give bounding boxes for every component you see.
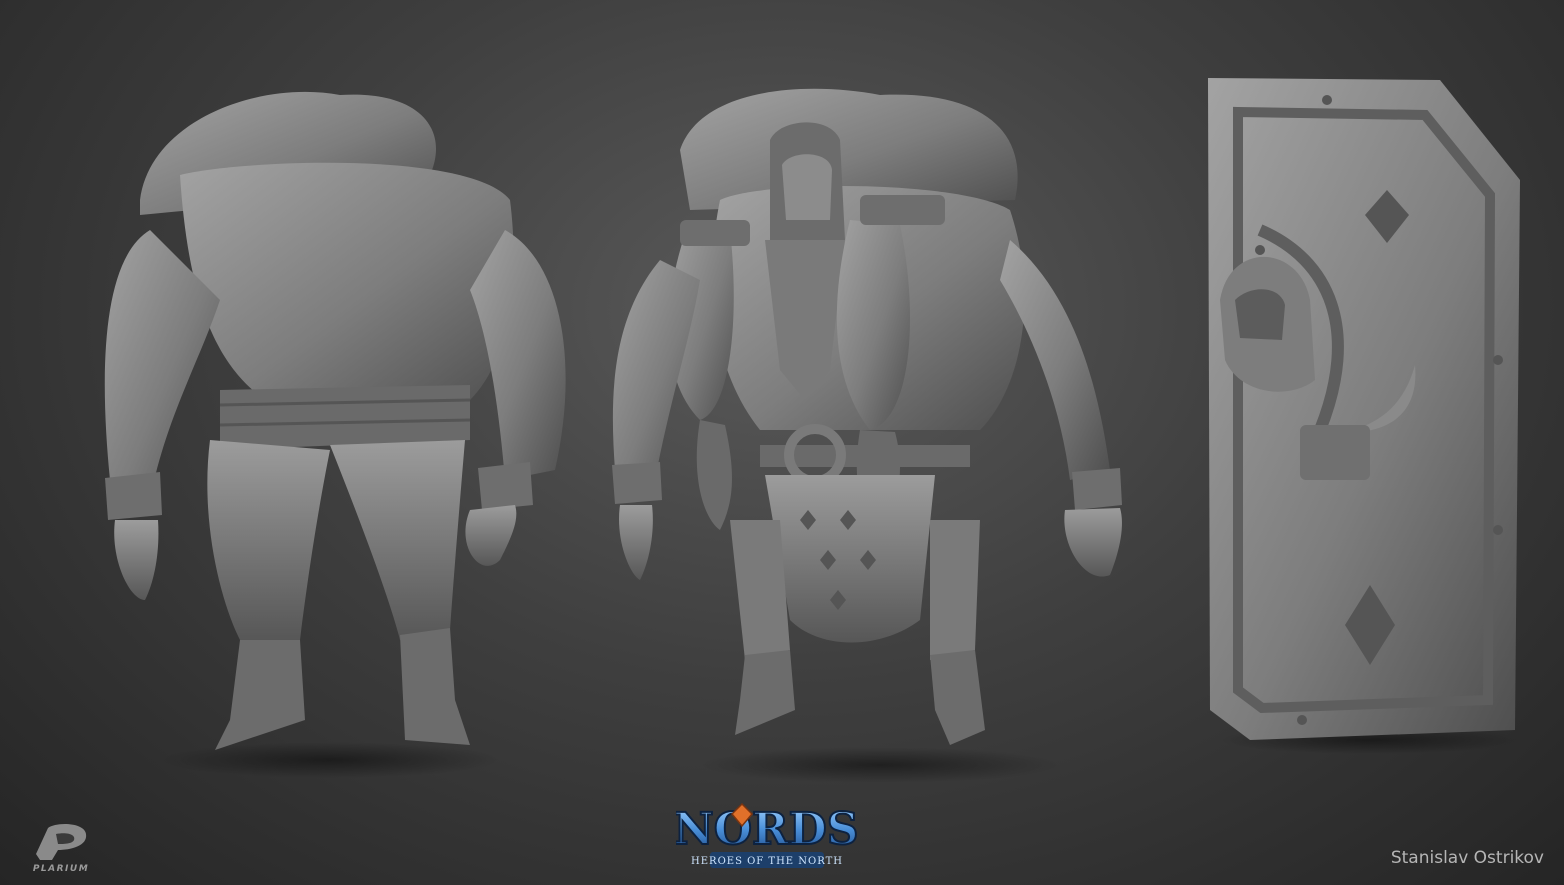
- svg-text:NORDS: NORDS: [676, 804, 858, 855]
- back-view-figure: [104, 91, 566, 778]
- plarium-emblem-icon: [36, 824, 87, 860]
- nords-game-logo: NORDS HEROES OF THE NORTH: [672, 800, 860, 880]
- plarium-wordmark: PLARIUM: [32, 864, 90, 874]
- sculpt-render-stage: [104, 78, 1520, 783]
- shield-model: [1208, 78, 1520, 754]
- nords-wordmark-icon: NORDS HEROES OF THE NORTH: [672, 802, 860, 868]
- plarium-logo: PLARIUM: [26, 820, 96, 876]
- front-view-figure: [612, 88, 1122, 783]
- artist-credit: Stanislav Ostrikov: [1390, 848, 1544, 868]
- nords-subtitle: HEROES OF THE NORTH: [691, 856, 843, 867]
